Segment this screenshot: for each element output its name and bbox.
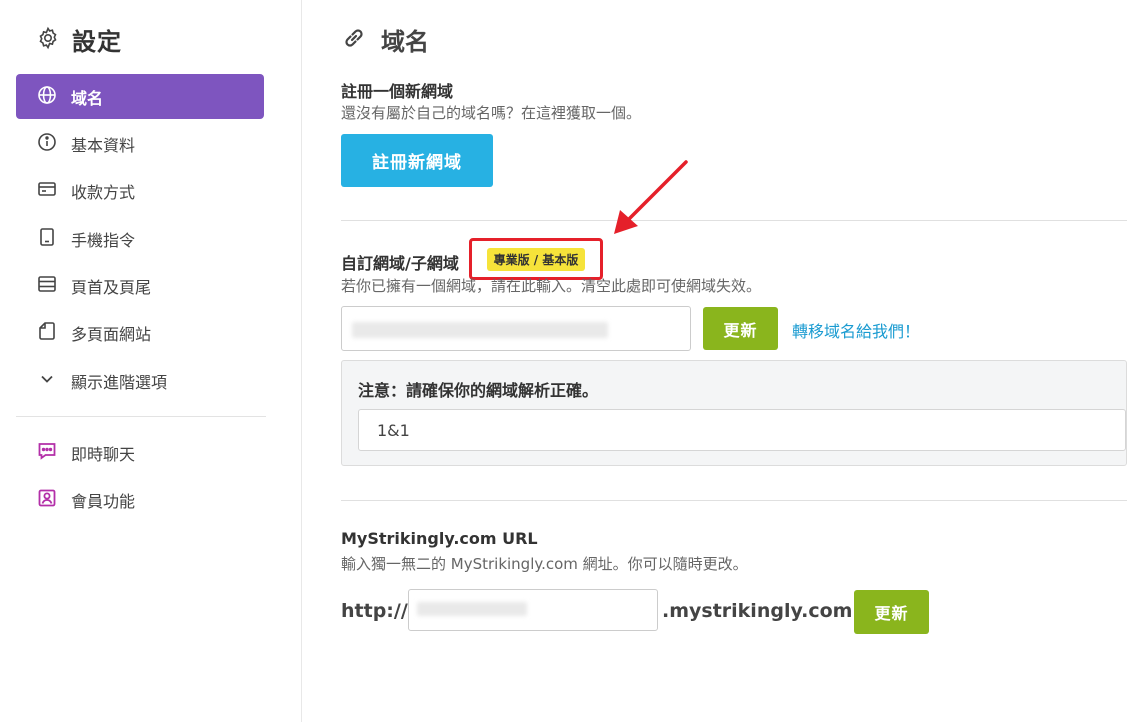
globe-icon xyxy=(37,85,57,109)
sidebar-item-membership[interactable]: 會員功能 xyxy=(16,477,264,522)
custom-domain-update-button[interactable]: 更新 xyxy=(703,307,778,350)
gear-icon xyxy=(36,26,60,54)
sidebar-item-multi-page[interactable]: 多頁面網站 xyxy=(16,311,264,356)
chevron-down-icon xyxy=(37,369,57,393)
dns-note-title: 注意：請確保你的網域解析正確。 xyxy=(358,381,599,400)
mystrikingly-description: 輸入獨一無二的 MyStrikingly.com 網址。你可以隨時更改。 xyxy=(341,555,748,573)
register-domain-button[interactable]: 註冊新網域 xyxy=(341,134,493,187)
page-icon xyxy=(37,321,57,345)
redacted-value xyxy=(352,322,608,338)
sidebar-item-label: 域名 xyxy=(71,88,104,108)
sidebar-item-label: 即時聊天 xyxy=(71,444,136,464)
dns-note-box: 注意：請確保你的網域解析正確。 1&1 xyxy=(341,360,1127,466)
domain-settings-panel: 域名 註冊一個新網域 還沒有屬於自己的域名嗎？在這裡獲取一個。 註冊新網域 自訂… xyxy=(341,0,1127,722)
plan-badge: 專業版 / 基本版 xyxy=(486,247,586,271)
sidebar-extras: 即時聊天 會員功能 xyxy=(16,430,264,525)
sidebar-item-header-footer[interactable]: 頁首及頁尾 xyxy=(16,264,264,309)
sidebar-item-label: 手機指令 xyxy=(71,230,136,250)
sidebar-divider xyxy=(16,416,266,417)
section-divider xyxy=(341,220,1127,221)
card-icon xyxy=(37,179,57,203)
sidebar-item-label: 頁首及頁尾 xyxy=(71,278,152,298)
info-icon xyxy=(37,132,57,156)
link-icon xyxy=(341,25,367,55)
sidebar-item-live-chat[interactable]: 即時聊天 xyxy=(16,430,264,475)
redacted-value xyxy=(417,602,527,616)
custom-domain-description: 若你已擁有一個網域，請在此輸入。清空此處即可使網域失效。 xyxy=(341,277,762,295)
sidebar-nav: 域名 基本資料 收款方式 手機指令 頁首及頁尾 多頁面網站 顯示進階選項 xyxy=(16,74,264,406)
sidebar-item-label: 收款方式 xyxy=(71,183,136,203)
chat-icon xyxy=(37,441,57,465)
sidebar-title: 設定 xyxy=(72,28,122,56)
sidebar-item-domain[interactable]: 域名 xyxy=(16,74,264,119)
mystrikingly-heading: MyStrikingly.com URL xyxy=(341,529,538,548)
sidebar-item-payment[interactable]: 收款方式 xyxy=(16,169,264,214)
sidebar-header: 設定 xyxy=(36,22,122,57)
layout-icon xyxy=(37,274,57,298)
annotation-arrow xyxy=(614,160,688,234)
register-description: 還沒有屬於自己的域名嗎？在這裡獲取一個。 xyxy=(341,104,642,122)
sidebar-item-label: 顯示進階選項 xyxy=(71,372,168,392)
custom-domain-heading: 自訂網域/子網域 xyxy=(341,254,459,273)
sidebar-item-advanced-options[interactable]: 顯示進階選項 xyxy=(16,358,264,403)
sidebar-item-label: 基本資料 xyxy=(71,135,136,155)
annotation-highlight-box: 專業版 / 基本版 xyxy=(469,238,603,280)
section-divider xyxy=(341,500,1127,501)
member-icon xyxy=(37,488,57,512)
tablet-icon xyxy=(37,227,57,251)
sidebar-item-mobile-actions[interactable]: 手機指令 xyxy=(16,216,264,261)
subdomain-input[interactable] xyxy=(408,589,658,631)
sidebar-item-label: 多頁面網站 xyxy=(71,325,152,345)
subdomain-update-button[interactable]: 更新 xyxy=(854,590,929,634)
url-prefix: http:// xyxy=(341,600,408,622)
page-title-text: 域名 xyxy=(381,28,429,56)
page-title: 域名 xyxy=(341,22,429,57)
register-heading: 註冊一個新網域 xyxy=(341,82,454,101)
registrar-value: 1&1 xyxy=(377,420,410,440)
custom-domain-input[interactable] xyxy=(341,306,691,351)
settings-sidebar: 設定 域名 基本資料 收款方式 手機指令 頁首及頁尾 多頁面網站 顯示進階選項 … xyxy=(0,0,302,722)
transfer-domain-link[interactable]: 轉移域名給我們！ xyxy=(792,318,920,342)
registrar-select[interactable]: 1&1 xyxy=(358,409,1126,451)
sidebar-item-basic-info[interactable]: 基本資料 xyxy=(16,121,264,166)
url-suffix: .mystrikingly.com xyxy=(662,600,853,622)
sidebar-item-label: 會員功能 xyxy=(71,491,136,511)
